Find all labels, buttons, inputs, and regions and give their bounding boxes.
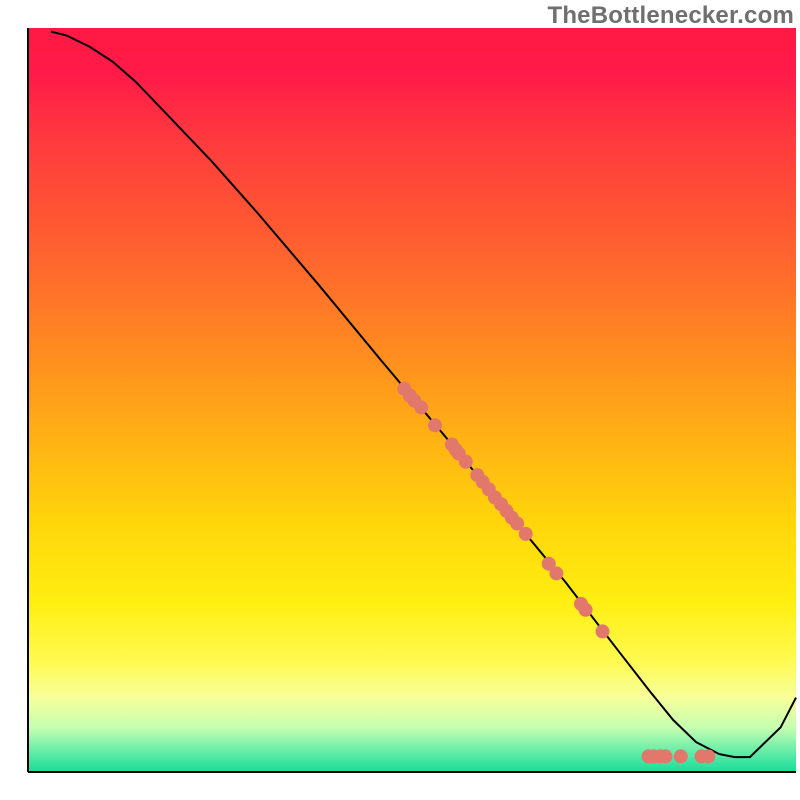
data-point	[596, 624, 610, 638]
chart-container: TheBottlenecker.com	[0, 0, 800, 800]
data-point	[549, 566, 563, 580]
data-point	[701, 749, 715, 763]
data-point	[674, 749, 688, 763]
data-point	[519, 527, 533, 541]
data-point	[428, 418, 442, 432]
data-point	[658, 749, 672, 763]
data-point	[414, 400, 428, 414]
bottleneck-chart	[0, 0, 800, 800]
data-point	[459, 455, 473, 469]
site-watermark: TheBottlenecker.com	[547, 2, 794, 30]
data-point	[579, 603, 593, 617]
